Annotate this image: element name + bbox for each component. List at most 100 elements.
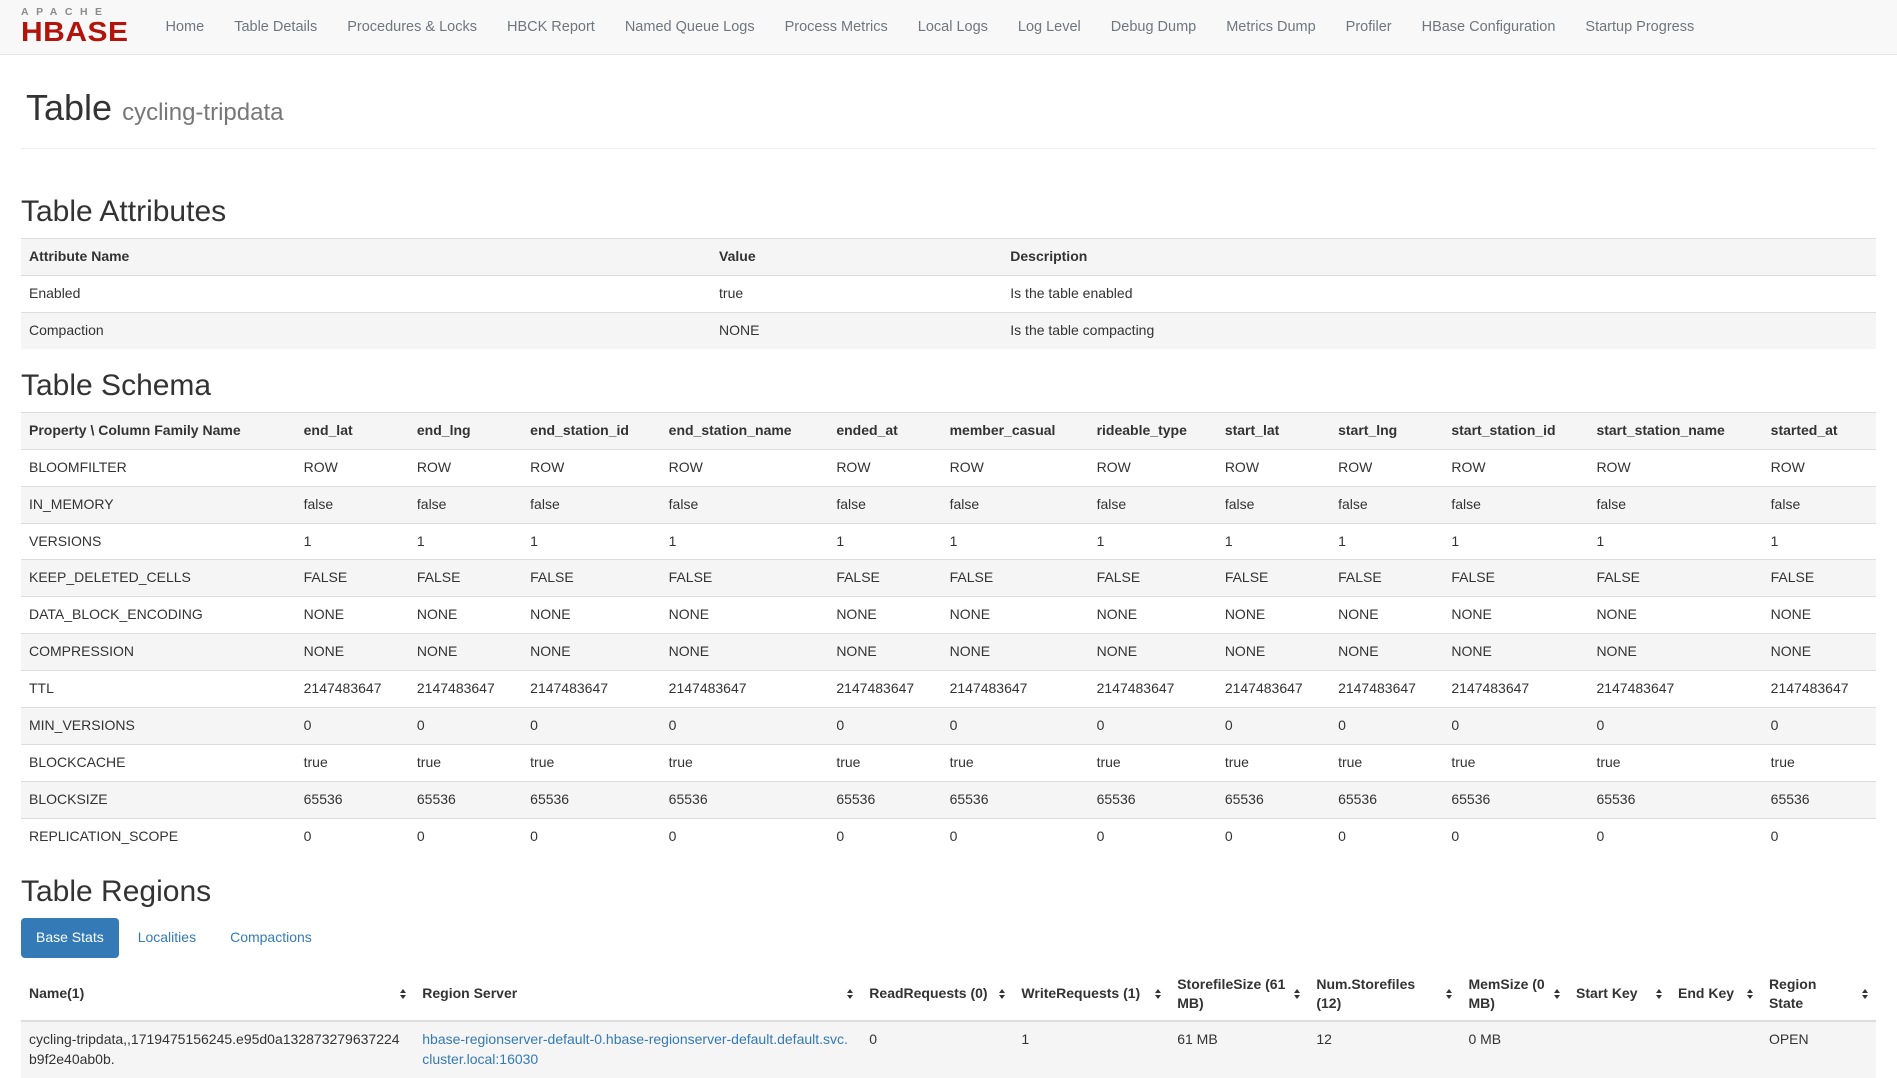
schema-value-cell: FALSE: [296, 560, 409, 597]
sort-desc-icon: [1747, 995, 1753, 999]
schema-value-cell: 65536: [1763, 782, 1876, 819]
nav-item-local-logs[interactable]: Local Logs: [903, 0, 1003, 54]
attributes-col-attribute-name: Attribute Name: [21, 238, 711, 275]
schema-value-cell: NONE: [1217, 634, 1330, 671]
region-state-cell: OPEN: [1761, 1021, 1876, 1078]
attributes-col-description: Description: [1002, 238, 1876, 275]
page-header: Tablecycling-tripdata: [21, 55, 1876, 149]
sort-asc-icon: [1294, 989, 1300, 993]
schema-value-cell: NONE: [1443, 634, 1588, 671]
nav-item-hbase-configuration[interactable]: HBase Configuration: [1407, 0, 1571, 54]
schema-value-cell: 1: [296, 523, 409, 560]
schema-value-cell: FALSE: [1588, 560, 1762, 597]
nav-item-process-metrics[interactable]: Process Metrics: [770, 0, 903, 54]
start-key-cell: [1568, 1021, 1670, 1078]
schema-value-cell: NONE: [1089, 634, 1217, 671]
schema-value-cell: false: [661, 486, 829, 523]
tab-compactions[interactable]: Compactions: [215, 918, 327, 958]
schema-value-cell: 65536: [1217, 782, 1330, 819]
schema-value-cell: 2147483647: [522, 671, 661, 708]
tab-base-stats[interactable]: Base Stats: [21, 918, 119, 958]
schema-property-cell: BLOCKCACHE: [21, 745, 296, 782]
schema-value-cell: 0: [296, 819, 409, 855]
regions-col-region-server[interactable]: Region Server: [414, 967, 861, 1020]
schema-value-cell: 65536: [942, 782, 1089, 819]
schema-value-cell: 0: [1217, 708, 1330, 745]
regions-col-inner: End Key: [1678, 984, 1753, 1002]
regions-col-name-1[interactable]: Name(1): [21, 967, 414, 1020]
schema-value-cell: true: [942, 745, 1089, 782]
schema-value-cell: 65536: [661, 782, 829, 819]
nav-item-named-queue-logs[interactable]: Named Queue Logs: [610, 0, 770, 54]
nav-item-profiler[interactable]: Profiler: [1331, 0, 1407, 54]
schema-value-cell: 0: [1330, 819, 1443, 855]
nav-item-procedures-locks[interactable]: Procedures & Locks: [332, 0, 492, 54]
attribute-name-cell: Compaction: [21, 312, 711, 348]
regions-col-storefilesize-61-mb[interactable]: StorefileSize (61 MB): [1169, 967, 1308, 1020]
schema-value-cell: ROW: [661, 449, 829, 486]
sort-icon: [839, 989, 853, 999]
sort-desc-icon: [400, 995, 406, 999]
regions-col-label: Name(1): [29, 984, 84, 1002]
regions-col-inner: Start Key: [1576, 984, 1662, 1002]
schema-value-cell: 0: [1588, 708, 1762, 745]
schema-value-cell: NONE: [661, 634, 829, 671]
schema-value-cell: 0: [942, 819, 1089, 855]
regions-col-region-state[interactable]: Region State: [1761, 967, 1876, 1020]
schema-value-cell: NONE: [1217, 597, 1330, 634]
regions-col-readrequests-0[interactable]: ReadRequests (0): [861, 967, 1013, 1020]
nav-item-metrics-dump[interactable]: Metrics Dump: [1211, 0, 1330, 54]
schema-value-cell: 1: [1588, 523, 1762, 560]
tab-localities[interactable]: Localities: [123, 918, 211, 958]
schema-value-cell: true: [1330, 745, 1443, 782]
schema-value-cell: ROW: [1089, 449, 1217, 486]
regions-col-inner: StorefileSize (61 MB): [1177, 975, 1300, 1011]
regions-col-memsize-0-mb[interactable]: MemSize (0 MB): [1460, 967, 1568, 1020]
schema-value-cell: NONE: [828, 597, 941, 634]
table-row: BLOCKCACHEtruetruetruetruetruetruetruetr…: [21, 745, 1876, 782]
schema-value-cell: false: [1588, 486, 1762, 523]
nav-item-table-details[interactable]: Table Details: [219, 0, 332, 54]
regions-col-end-key[interactable]: End Key: [1670, 967, 1761, 1020]
sort-desc-icon: [1554, 995, 1560, 999]
schema-value-cell: FALSE: [1763, 560, 1876, 597]
nav-item-log-level[interactable]: Log Level: [1003, 0, 1096, 54]
regions-col-writerequests-1[interactable]: WriteRequests (1): [1013, 967, 1169, 1020]
schema-value-cell: FALSE: [1330, 560, 1443, 597]
schema-value-cell: ROW: [522, 449, 661, 486]
sort-icon: [1286, 989, 1300, 999]
region-server-link[interactable]: hbase-regionserver-default-0.hbase-regio…: [422, 1031, 848, 1067]
table-row: IN_MEMORYfalsefalsefalsefalsefalsefalsef…: [21, 486, 1876, 523]
schema-value-cell: false: [1330, 486, 1443, 523]
schema-value-cell: 0: [942, 708, 1089, 745]
regions-col-label: Region Server: [422, 984, 517, 1002]
regions-col-start-key[interactable]: Start Key: [1568, 967, 1670, 1020]
regions-col-inner: Region State: [1769, 975, 1868, 1011]
table-row: COMPRESSIONNONENONENONENONENONENONENONEN…: [21, 634, 1876, 671]
schema-value-cell: true: [828, 745, 941, 782]
schema-value-cell: 0: [409, 708, 522, 745]
nav-item-home[interactable]: Home: [151, 0, 220, 54]
schema-property-cell: IN_MEMORY: [21, 486, 296, 523]
regions-col-inner: ReadRequests (0): [869, 984, 1005, 1002]
schema-value-cell: NONE: [1588, 634, 1762, 671]
hbase-logo[interactable]: APACHE HBASE: [21, 7, 129, 50]
schema-value-cell: true: [661, 745, 829, 782]
table-row: MIN_VERSIONS000000000000: [21, 708, 1876, 745]
page-title-text: Table: [26, 87, 112, 128]
regions-col-label: WriteRequests (1): [1021, 984, 1140, 1002]
sort-icon: [1546, 989, 1560, 999]
schema-value-cell: true: [1089, 745, 1217, 782]
regions-col-num-storefiles-12[interactable]: Num.Storefiles (12): [1308, 967, 1460, 1020]
nav-item-debug-dump[interactable]: Debug Dump: [1096, 0, 1211, 54]
nav-item-startup-progress[interactable]: Startup Progress: [1570, 0, 1709, 54]
sort-icon: [1739, 989, 1753, 999]
regions-col-inner: MemSize (0 MB): [1468, 975, 1560, 1011]
table-row: CompactionNONEIs the table compacting: [21, 312, 1876, 348]
schema-value-cell: NONE: [409, 634, 522, 671]
region-name-cell: cycling-tripdata,,1719475156245.e95d0a13…: [21, 1021, 414, 1078]
regions-col-inner: Region Server: [422, 984, 853, 1002]
schema-value-cell: 0: [522, 708, 661, 745]
nav-item-hbck-report[interactable]: HBCK Report: [492, 0, 610, 54]
top-navbar: APACHE HBASE HomeTable DetailsProcedures…: [0, 0, 1897, 55]
